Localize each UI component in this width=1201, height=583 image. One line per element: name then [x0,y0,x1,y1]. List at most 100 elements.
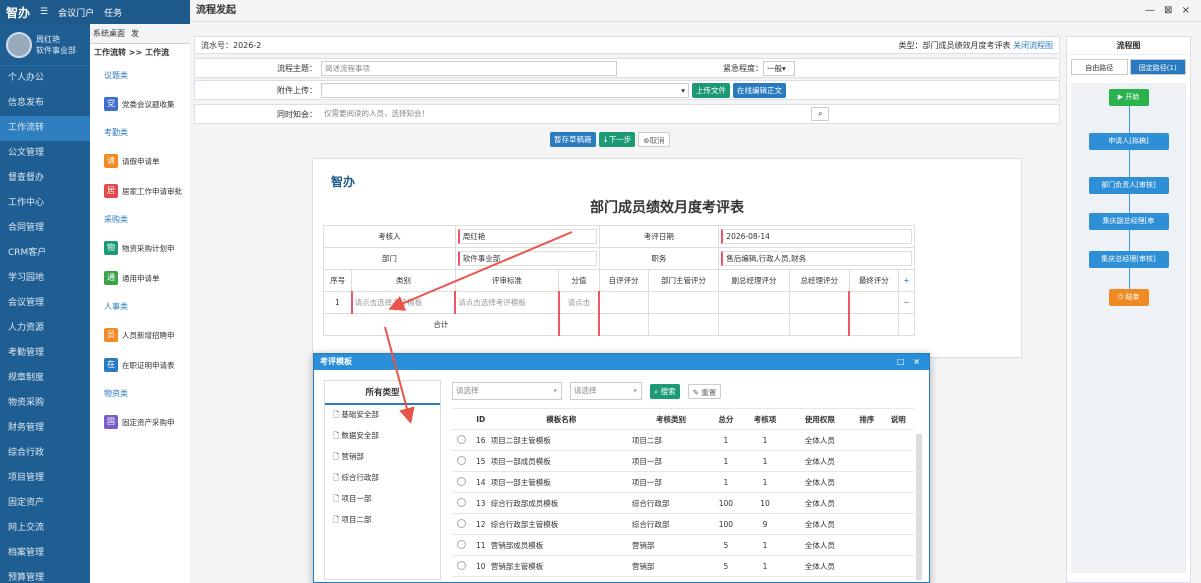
flow-node[interactable]: 部门负责人[审核] [1088,177,1169,194]
top-menu-meeting[interactable]: 会议门户 [58,6,94,19]
sidebar-item[interactable]: 督查督办 [0,166,90,191]
radio-button[interactable] [456,560,466,570]
type-select[interactable]: 请选择 [452,382,562,400]
radio-button[interactable] [456,455,466,465]
radio-button[interactable] [456,434,466,444]
search-icon[interactable]: ⌕ [811,107,830,121]
user-card[interactable]: 周红艳 软件事业部 [0,24,90,66]
manager-score-input[interactable] [647,291,720,314]
remove-row-button[interactable]: − [897,291,916,314]
reset-button[interactable]: ✎ 重置 [687,383,722,399]
tree-title[interactable]: 所有类型 [325,381,440,405]
sidebar-item[interactable]: 工作中心 [0,191,90,216]
self-score-input[interactable] [597,291,649,314]
sidebar-item[interactable]: 项目管理 [0,466,90,491]
sidebar-item[interactable]: 信息发布 [0,91,90,116]
urgency-select[interactable]: 一般▾ [763,60,795,76]
position-field[interactable]: 售后编辑,行政人员,财务 [718,247,915,270]
fixed-path-button[interactable]: 固定路径(1) [1129,59,1186,75]
date-field[interactable]: 2026-08-14 [718,225,915,248]
final-score-input[interactable] [848,291,899,314]
sidebar-item[interactable]: 学习园地 [0,266,90,291]
workflow-item[interactable]: 通通用申请单 [90,263,190,293]
flow-node[interactable]: 申请人[拟稿] [1088,133,1169,150]
sidebar-item[interactable]: CRM客户 [0,241,90,266]
search-button[interactable]: ⌕ 搜索 [650,383,680,399]
category-picker[interactable]: 请点击选择考评模板 [350,291,456,314]
tree-item[interactable]: 🗋 基础安全部 [325,405,440,426]
standard-picker[interactable]: 请点击选择考评模板 [454,291,560,314]
sidebar-item[interactable]: 会议管理 [0,291,90,316]
menu-toggle-icon[interactable]: ☰ [40,7,48,17]
row-select[interactable] [452,534,471,556]
tree-item[interactable]: 🗋 项目二部 [325,510,440,531]
tree-item[interactable]: 🗋 营销部 [325,447,440,468]
sidebar-item[interactable]: 合同管理 [0,216,90,241]
workflow-item[interactable]: 党党委会议题收集 [90,89,190,119]
template-row[interactable]: 10 营销部主管模板 营销部 5 1 全体人员 [452,555,914,577]
sidebar-item[interactable]: 规章制度 [0,366,90,391]
save-draft-button[interactable]: 暂存草稿箱 [550,132,596,147]
sidebar-item[interactable]: 个人办公 [0,66,90,91]
sidebar-item[interactable]: 人力资源 [0,316,90,341]
template-row[interactable]: 13 综合行政部成员模板 综合行政部 100 10 全体人员 [452,492,914,514]
notify-input[interactable]: 仅需要阅读的人员，选择知会！ [321,106,811,122]
reviewer-field[interactable]: 周红艳 [454,225,600,248]
tab-desktop[interactable]: 系统桌面 [90,24,128,43]
form-column-header[interactable]: + [897,269,916,292]
row-select[interactable] [452,492,471,514]
attachment-select[interactable]: ▾ [321,82,689,98]
workflow-item[interactable]: 物物资采购计划申 [90,233,190,263]
template-row[interactable]: 14 项目一部主管模板 项目一部 1 1 全体人员 [452,471,914,493]
tab-other[interactable]: 发 [128,24,142,43]
row-select[interactable] [452,429,471,451]
dialog-window-controls[interactable]: — ⊠ × [1145,5,1193,16]
scrollbar[interactable] [916,434,922,580]
upload-file-button[interactable]: 上传文件 [692,82,730,98]
workflow-item[interactable]: 员人员新增招聘申 [90,320,190,350]
subject-input[interactable]: 简述流程事项 [321,60,617,76]
sidebar-item[interactable]: 物资采购 [0,391,90,416]
tree-item[interactable]: 🗋 项目一部 [325,489,440,510]
template-row[interactable]: 16 项目二部主管模板 项目二部 1 1 全体人员 [452,429,914,451]
flow-node[interactable]: ▶ 开始 [1108,89,1149,106]
row-select[interactable] [452,471,471,493]
workflow-item[interactable]: 固固定资产采购申 [90,407,190,437]
sidebar-item[interactable]: 档案管理 [0,541,90,566]
sidebar-item[interactable]: 考勤管理 [0,341,90,366]
free-path-button[interactable]: 自由路径 [1071,59,1128,75]
row-select[interactable] [452,513,471,535]
flow-node[interactable]: ⏻ 结束 [1108,289,1149,306]
radio-button[interactable] [456,497,466,507]
top-menu-task[interactable]: 任务 [104,6,122,19]
template-row[interactable]: 11 营销部成员模板 营销部 5 1 全体人员 [452,534,914,556]
radio-button[interactable] [456,476,466,486]
sidebar-item[interactable]: 网上交流 [0,516,90,541]
template-row[interactable]: 12 综合行政部主管模板 综合行政部 100 9 全体人员 [452,513,914,535]
sidebar-item[interactable]: 财务管理 [0,416,90,441]
radio-button[interactable] [456,539,466,549]
vp-score-input[interactable] [718,291,790,314]
next-step-button[interactable]: ↓下一步 [598,132,636,147]
online-edit-button[interactable]: 在线编辑正文 [733,82,786,98]
workflow-item[interactable]: 在在职证明申请表 [90,350,190,380]
tree-item[interactable]: 🗋 综合行政部 [325,468,440,489]
workflow-item[interactable]: 居居家工作申请审批 [90,176,190,206]
radio-button[interactable] [456,518,466,528]
dept-select[interactable]: 请选择 [570,382,642,400]
score-field[interactable]: 请点击 [557,291,600,314]
sidebar-item[interactable]: 综合行政 [0,441,90,466]
sidebar-item[interactable]: 预算管理 [0,566,90,583]
modal-controls[interactable]: □ × [897,354,923,370]
workflow-item[interactable]: 请请假申请单 [90,146,190,176]
template-row[interactable]: 15 项目一部成员模板 项目一部 1 1 全体人员 [452,450,914,472]
row-select[interactable] [452,555,471,577]
dept-field[interactable]: 软件事业部 [454,247,600,270]
flow-node[interactable]: 集庆副总经理[审 [1088,213,1169,230]
sidebar-item[interactable]: 工作流转 [0,116,90,141]
sidebar-item[interactable]: 公文管理 [0,141,90,166]
gm-score-input[interactable] [788,291,850,314]
cancel-button[interactable]: ⊗取消 [638,132,670,147]
close-flowchart-link[interactable]: 关闭流程图 [1013,41,1053,50]
row-select[interactable] [452,450,471,472]
